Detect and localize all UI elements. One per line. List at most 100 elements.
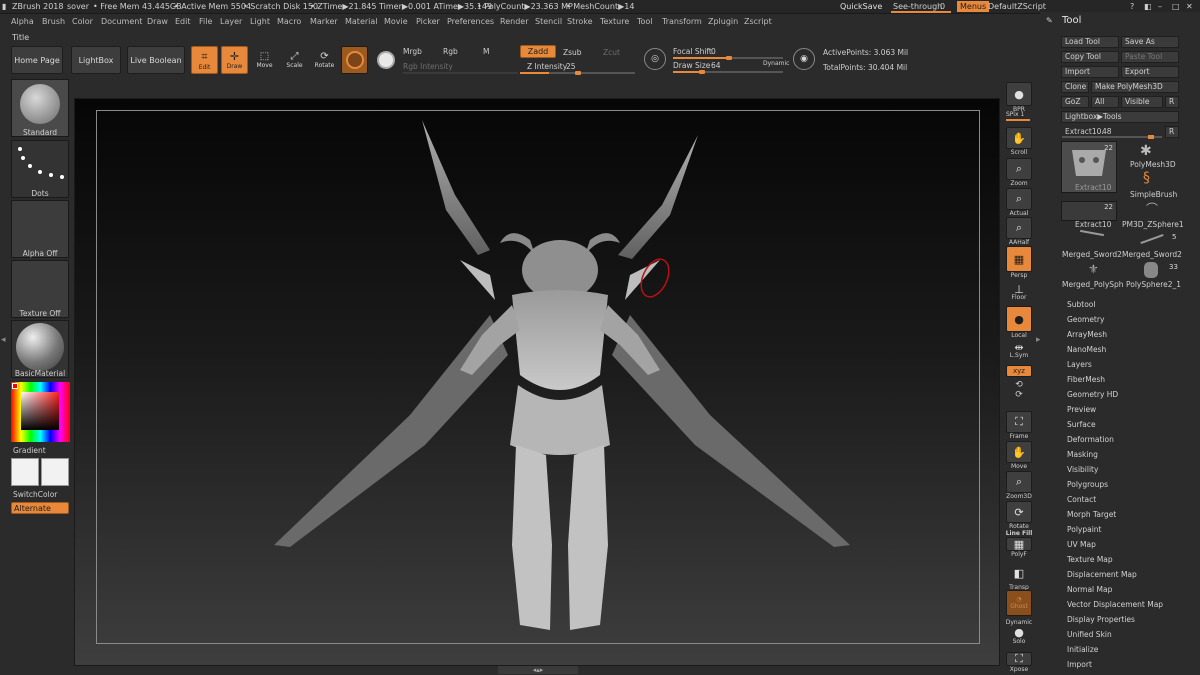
demon-sculpt-model[interactable] (250, 115, 870, 650)
r-button[interactable]: R (1165, 96, 1179, 108)
dynamic-toggle[interactable]: Dynamic (763, 60, 789, 67)
menu-picker[interactable]: Picker (416, 17, 440, 26)
thumb-merged-sword2-a[interactable]: Merged_Sword2 (1062, 250, 1122, 259)
subpalette-polygroups[interactable]: Polygroups (1067, 480, 1108, 489)
menu-marker[interactable]: Marker (310, 17, 338, 26)
tool-thumb-extract10-main[interactable]: 22 Extract10 (1061, 141, 1117, 193)
aahalf-button[interactable]: ⌕ AAHalf (1004, 217, 1034, 246)
secondary-color-swatch[interactable] (41, 458, 69, 486)
subpalette-vector-displacement-map[interactable]: Vector Displacement Map (1067, 600, 1163, 609)
subpalette-texture-map[interactable]: Texture Map (1067, 555, 1113, 564)
menu-edit[interactable]: Edit (175, 17, 191, 26)
subpalette-geometry-hd[interactable]: Geometry HD (1067, 390, 1118, 399)
merged-polysph-thumb-icon[interactable]: ⚜ (1088, 262, 1099, 276)
draw-size-icon[interactable]: ◉ (793, 48, 815, 70)
menu-render[interactable]: Render (500, 17, 528, 26)
scale-button[interactable]: ⤢ Scale (281, 46, 308, 74)
stroke-selector[interactable]: Dots (11, 140, 69, 198)
subpalette-fibermesh[interactable]: FiberMesh (1067, 375, 1105, 384)
menu-stencil[interactable]: Stencil (535, 17, 562, 26)
subpalette-preview[interactable]: Preview (1067, 405, 1096, 414)
frame-button[interactable]: ⛶ Frame (1004, 411, 1034, 440)
spix-slider[interactable] (1006, 119, 1030, 121)
load-tool-button[interactable]: Load Tool (1061, 36, 1119, 48)
simplebrush-thumb-icon[interactable]: § (1143, 170, 1150, 186)
menu-movie[interactable]: Movie (384, 17, 408, 26)
quicksave-button[interactable]: QuickSave (840, 2, 882, 11)
main-color-swatch[interactable] (11, 458, 39, 486)
draw-button[interactable]: ✛ Draw (221, 46, 248, 74)
paste-tool-button[interactable]: Paste Tool (1121, 51, 1179, 63)
see-through-label[interactable]: See-through (893, 2, 942, 11)
subpalette-visibility[interactable]: Visibility (1067, 465, 1098, 474)
default-zscript[interactable]: DefaultZScript (988, 2, 1046, 11)
edit-button[interactable]: ⌗ Edit (191, 46, 218, 74)
actual-button[interactable]: ⌕ Actual (1004, 188, 1034, 217)
left-collapse-arrow-icon[interactable]: ◂ (1, 335, 6, 345)
solo-button[interactable]: Dynamic ● Solo (1004, 619, 1034, 645)
subpalette-polypaint[interactable]: Polypaint (1067, 525, 1102, 534)
subpalette-masking[interactable]: Masking (1067, 450, 1098, 459)
menu-stroke[interactable]: Stroke (567, 17, 593, 26)
subpalette-display-properties[interactable]: Display Properties (1067, 615, 1135, 624)
draw-size-slider[interactable] (673, 70, 783, 74)
polyf-button[interactable]: Line Fill ▦ PolyF (1004, 530, 1034, 558)
save-as-button[interactable]: Save As (1121, 36, 1179, 48)
subpalette-unified-skin[interactable]: Unified Skin (1067, 630, 1112, 639)
zsub-toggle[interactable]: Zsub (563, 48, 582, 57)
current-tool-r-button[interactable]: R (1165, 126, 1179, 138)
bpr-button[interactable]: ● BPR (1004, 82, 1034, 113)
thumb-extract10-label[interactable]: Extract10 (1075, 220, 1111, 229)
persp-button[interactable]: ▦ Persp (1004, 246, 1034, 279)
m-toggle[interactable]: M (483, 47, 489, 56)
floor-button[interactable]: ⊥ Floor (1004, 283, 1034, 301)
alternate-button[interactable]: Alternate (11, 502, 69, 514)
menu-zplugin[interactable]: Zplugin (708, 17, 738, 26)
menu-transform[interactable]: Transform (662, 17, 702, 26)
subpalette-nanomesh[interactable]: NanoMesh (1067, 345, 1106, 354)
color-picker-square[interactable] (21, 392, 59, 430)
material-selector[interactable]: BasicMaterial (11, 320, 69, 378)
layout-icon[interactable]: ◧ (1144, 2, 1152, 11)
export-button[interactable]: Export (1121, 66, 1179, 78)
tool-palette-pin-icon[interactable]: ✎ (1046, 16, 1053, 25)
rgb-intensity-slider[interactable] (403, 72, 518, 74)
texture-selector[interactable]: Texture Off (11, 260, 69, 318)
home-page-button[interactable]: Home Page (11, 46, 63, 74)
subpalette-uv-map[interactable]: UV Map (1067, 540, 1096, 549)
clone-button[interactable]: Clone (1061, 81, 1089, 93)
canvas-scroll-handle-icon[interactable]: ◂▴▸ (498, 666, 578, 674)
menu-tool[interactable]: Tool (637, 17, 653, 26)
transp-button[interactable]: ◧ Transp (1004, 562, 1034, 591)
zoom3d-button[interactable]: ⌕ Zoom3D (1004, 471, 1034, 500)
thumb-pm3d-label[interactable]: PM3D_ZSphere1 (1122, 220, 1184, 229)
polymesh3d-thumb-icon[interactable]: ✱ (1140, 143, 1152, 159)
switch-color-button[interactable]: SwitchColor (13, 490, 57, 499)
subpalette-normal-map[interactable]: Normal Map (1067, 585, 1112, 594)
tool-palette-header[interactable]: Tool (1062, 15, 1081, 26)
visible-button[interactable]: Visible (1121, 96, 1163, 108)
thumb-polysphere2[interactable]: PolySphere2_1 (1126, 280, 1181, 289)
menu-document[interactable]: Document (101, 17, 142, 26)
current-tool-slider[interactable] (1062, 135, 1162, 139)
menu-alpha[interactable]: Alpha (11, 17, 34, 26)
z-intensity-slider[interactable] (520, 71, 635, 75)
menu-layer[interactable]: Layer (220, 17, 242, 26)
subpalette-initialize[interactable]: Initialize (1067, 645, 1098, 654)
menu-draw[interactable]: Draw (147, 17, 168, 26)
thumb-simplebrush-label[interactable]: SimpleBrush (1130, 190, 1177, 199)
subpalette-subtool[interactable]: Subtool (1067, 300, 1095, 309)
lightbox-button[interactable]: LightBox (71, 46, 121, 74)
xpose-button[interactable]: ⛶ Xpose (1004, 652, 1034, 673)
subpalette-surface[interactable]: Surface (1067, 420, 1096, 429)
zoom-button[interactable]: ⌕ Zoom (1004, 158, 1034, 187)
copy-tool-button[interactable]: Copy Tool (1061, 51, 1119, 63)
rgb-toggle[interactable]: Rgb (443, 47, 458, 56)
see-through-slider[interactable] (891, 11, 951, 13)
all-button[interactable]: All (1091, 96, 1119, 108)
pm3d-zsphere-thumb-icon[interactable]: ⌒ (1146, 200, 1158, 217)
menu-macro[interactable]: Macro (277, 17, 301, 26)
color-sphere-button[interactable] (372, 46, 399, 74)
lightbox-tools-button[interactable]: Lightbox▶Tools (1061, 111, 1179, 123)
thumb-polymesh3d-label[interactable]: PolyMesh3D (1130, 160, 1176, 169)
